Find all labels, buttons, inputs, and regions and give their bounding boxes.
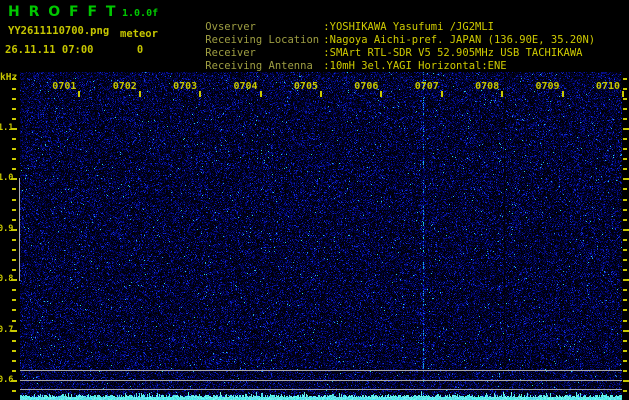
calibration-bar <box>19 178 20 281</box>
y-axis-minor-tick <box>623 88 627 90</box>
y-axis-minor-tick <box>623 370 627 372</box>
x-axis-tick <box>441 91 443 97</box>
y-axis-major-tick <box>11 178 17 180</box>
y-axis-minor-tick <box>623 138 627 140</box>
x-axis-tick <box>622 91 624 97</box>
y-axis-minor-tick <box>12 370 16 372</box>
x-axis-label: 0708 <box>475 81 500 92</box>
antenna-label: Receiving Antenna <box>205 60 313 72</box>
spectrogram-canvas <box>20 72 622 400</box>
y-axis-minor-tick <box>623 188 627 190</box>
app-title: H R O F F T <box>8 4 118 20</box>
y-axis-minor-tick <box>623 309 627 311</box>
y-axis-minor-tick <box>623 219 627 221</box>
x-axis-label: 0709 <box>535 81 560 92</box>
y-axis-major-tick <box>11 330 17 332</box>
x-axis-tick <box>260 91 262 97</box>
x-axis-tick <box>320 91 322 97</box>
y-axis-minor-tick <box>623 78 627 80</box>
y-axis-minor-tick <box>623 320 627 322</box>
y-axis-minor-tick <box>623 199 627 201</box>
y-axis-minor-tick <box>12 158 16 160</box>
y-axis-minor-tick <box>12 98 16 100</box>
x-axis-tick <box>78 91 80 97</box>
y-axis-major-tick <box>623 380 629 382</box>
y-axis-minor-tick <box>12 350 16 352</box>
y-axis-minor-tick <box>623 390 627 392</box>
y-axis-major-tick <box>623 279 629 281</box>
y-axis-minor-tick <box>623 118 627 120</box>
y-axis-minor-tick <box>623 98 627 100</box>
x-axis-label: 0701 <box>52 81 77 92</box>
y-axis-minor-tick <box>12 360 16 362</box>
y-axis-major-tick <box>11 229 17 231</box>
y-axis-major-tick <box>623 229 629 231</box>
y-axis-minor-tick <box>12 239 16 241</box>
y-axis-major-tick <box>11 128 17 130</box>
y-axis-minor-tick <box>12 78 16 80</box>
antenna-value: :10mH 3el.YAGI Horizontal:ENE <box>323 60 507 72</box>
y-axis-major-tick <box>11 279 17 281</box>
y-axis-minor-tick <box>12 118 16 120</box>
meteor-count: 0 <box>136 44 144 56</box>
y-axis-minor-tick <box>623 108 627 110</box>
y-axis-minor-tick <box>12 148 16 150</box>
x-axis-label: 0710 <box>595 81 620 92</box>
x-axis-tick <box>139 91 141 97</box>
y-axis-minor-tick <box>12 209 16 211</box>
y-axis-minor-tick <box>12 320 16 322</box>
y-axis-minor-tick <box>12 289 16 291</box>
y-axis-major-tick <box>623 178 629 180</box>
y-axis-minor-tick <box>623 340 627 342</box>
y-axis-minor-tick <box>623 259 627 261</box>
x-axis-label: 0703 <box>173 81 198 92</box>
x-axis-tick <box>501 91 503 97</box>
y-axis-minor-tick <box>12 299 16 301</box>
y-axis-minor-tick <box>623 158 627 160</box>
y-axis-minor-tick <box>12 259 16 261</box>
mode-label: meteor <box>120 28 158 40</box>
y-axis-minor-tick <box>12 138 16 140</box>
y-axis-minor-tick <box>12 168 16 170</box>
y-axis-minor-tick <box>623 299 627 301</box>
y-axis-minor-tick <box>12 249 16 251</box>
y-axis-minor-tick <box>623 289 627 291</box>
y-axis-minor-tick <box>12 269 16 271</box>
output-filename: YY2611110700.png <box>8 25 110 37</box>
y-axis-minor-tick <box>12 88 16 90</box>
y-axis-minor-tick <box>623 168 627 170</box>
y-axis-minor-tick <box>623 350 627 352</box>
y-axis-minor-tick <box>623 239 627 241</box>
y-axis-minor-tick <box>623 360 627 362</box>
x-axis-tick <box>562 91 564 97</box>
y-axis-minor-tick <box>12 188 16 190</box>
y-axis-minor-tick <box>12 390 16 392</box>
y-axis-minor-tick <box>623 148 627 150</box>
y-axis-minor-tick <box>12 108 16 110</box>
x-axis-tick <box>380 91 382 97</box>
x-axis-label: 0707 <box>414 81 439 92</box>
y-axis-minor-tick <box>12 340 16 342</box>
y-axis-minor-tick <box>12 309 16 311</box>
y-axis-major-tick <box>623 128 629 130</box>
x-axis-label: 0706 <box>354 81 379 92</box>
y-axis-minor-tick <box>12 219 16 221</box>
x-axis-tick <box>199 91 201 97</box>
y-axis-major-tick <box>623 330 629 332</box>
y-axis-minor-tick <box>623 209 627 211</box>
x-axis-label: 0705 <box>293 81 318 92</box>
y-axis-minor-tick <box>623 249 627 251</box>
x-axis-label: 0702 <box>112 81 137 92</box>
y-axis-minor-tick <box>623 269 627 271</box>
x-axis-label: 0704 <box>233 81 258 92</box>
y-axis-minor-tick <box>12 199 16 201</box>
y-axis-major-tick <box>11 380 17 382</box>
hrofft-screen: H R O F F T 1.0.0f YY2611110700.png mete… <box>0 0 629 400</box>
datetime-label: 26.11.11 07:00 <box>5 44 94 56</box>
app-version: 1.0.0f <box>122 8 159 19</box>
